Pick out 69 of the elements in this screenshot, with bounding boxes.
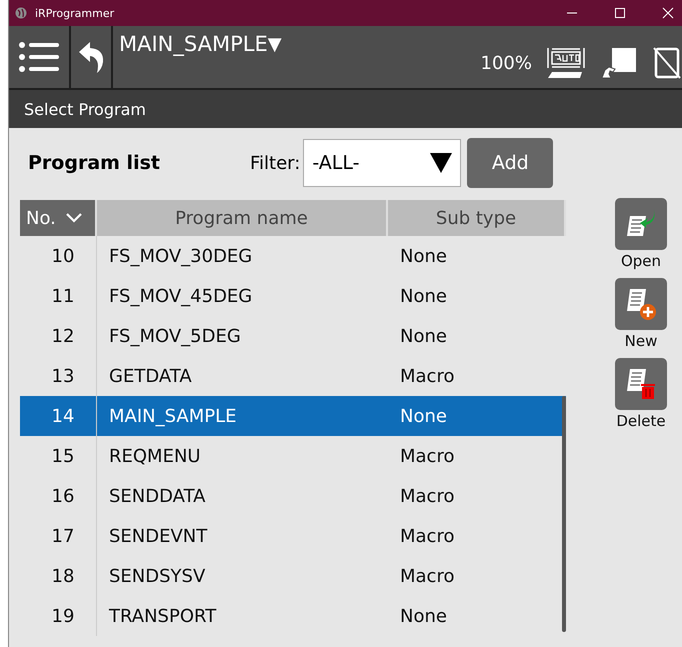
program-name: REQMENU [108, 444, 202, 468]
program-name: SENDDATA [108, 484, 206, 508]
program-row[interactable]: 19 TRANSPORT None [20, 596, 566, 636]
program-row[interactable]: 17 SENDEVNT Macro [20, 516, 566, 556]
program-row[interactable]: 10 FS_MOV_30DEG None [20, 236, 566, 276]
speed-percentage: 100% [480, 52, 532, 74]
row-number: 18 [20, 556, 97, 596]
program-name: MAIN_SAMPLE [108, 404, 238, 428]
new-button[interactable] [615, 278, 667, 330]
row-number: 16 [20, 476, 97, 516]
program-row[interactable]: 16 SENDDATA Macro [20, 476, 566, 516]
program-list-label: Program list [27, 152, 161, 174]
program-title[interactable]: MAIN_SAMPLE [119, 32, 268, 56]
program-sub-type: Macro [399, 484, 456, 508]
row-number: 14 [20, 396, 97, 436]
program-row[interactable]: 12 FS_MOV_5DEG None [20, 316, 566, 356]
program-sub-type: None [399, 404, 448, 428]
add-button[interactable]: Add [467, 138, 554, 188]
program-sub-type: Macro [399, 564, 456, 588]
program-name: TRANSPORT [108, 604, 218, 628]
column-header[interactable]: Sub type [388, 200, 566, 236]
program-sub-type: None [399, 244, 448, 268]
document-plus-icon [624, 287, 658, 321]
robot-screen-icon [600, 46, 638, 80]
filter-label: Filter: [250, 152, 300, 174]
maximize-icon[interactable] [614, 7, 626, 19]
column-header[interactable]: No. [20, 200, 97, 236]
delete-label: Delete [616, 412, 666, 432]
program-caret[interactable]: ▼ [268, 32, 282, 58]
crossed-tablet-icon [652, 46, 682, 80]
undo-arrow-icon [77, 40, 105, 74]
auto-mode-icon [546, 46, 586, 80]
open-button[interactable] [615, 198, 667, 250]
program-row[interactable]: 18 SENDSYSV Macro [20, 556, 566, 596]
document-trash-icon [624, 367, 658, 401]
window-title: iRProgrammer [35, 6, 114, 20]
row-number: 11 [20, 276, 97, 316]
open-label: Open [620, 252, 662, 272]
delete-button[interactable] [615, 358, 667, 410]
program-name: FS_MOV_5DEG [108, 324, 242, 348]
program-name: SENDSYSV [108, 564, 206, 588]
program-sub-type: None [399, 284, 448, 308]
row-number: 10 [20, 236, 97, 276]
row-number: 15 [20, 436, 97, 476]
close-icon[interactable] [662, 7, 674, 19]
program-sub-type: Macro [399, 364, 456, 388]
app-icon [15, 7, 27, 19]
program-sub-type: Macro [399, 444, 456, 468]
program-name: FS_MOV_45DEG [108, 284, 254, 308]
filter-dropdown[interactable]: -ALL- [303, 139, 462, 187]
program-row[interactable]: 14 MAIN_SAMPLE None [20, 396, 566, 436]
row-number: 17 [20, 516, 97, 556]
row-number: 12 [20, 316, 97, 356]
program-row[interactable]: 15 REQMENU Macro [20, 436, 566, 476]
program-name: FS_MOV_30DEG [108, 244, 254, 268]
new-label: New [624, 332, 658, 352]
program-row[interactable]: 11 FS_MOV_45DEG None [20, 276, 566, 316]
menu-icon [18, 40, 60, 74]
chevron-down-icon [66, 213, 82, 223]
dropdown-arrow-icon [430, 153, 452, 173]
scrollbar[interactable] [562, 396, 566, 632]
program-sub-type: None [399, 324, 448, 348]
screen-heading: Select Program [24, 100, 146, 118]
program-sub-type: None [399, 604, 448, 628]
column-header[interactable]: Program name [97, 200, 388, 236]
program-name: GETDATA [108, 364, 193, 388]
row-number: 19 [20, 596, 97, 636]
program-sub-type: Macro [399, 524, 456, 548]
program-name: SENDEVNT [108, 524, 208, 548]
